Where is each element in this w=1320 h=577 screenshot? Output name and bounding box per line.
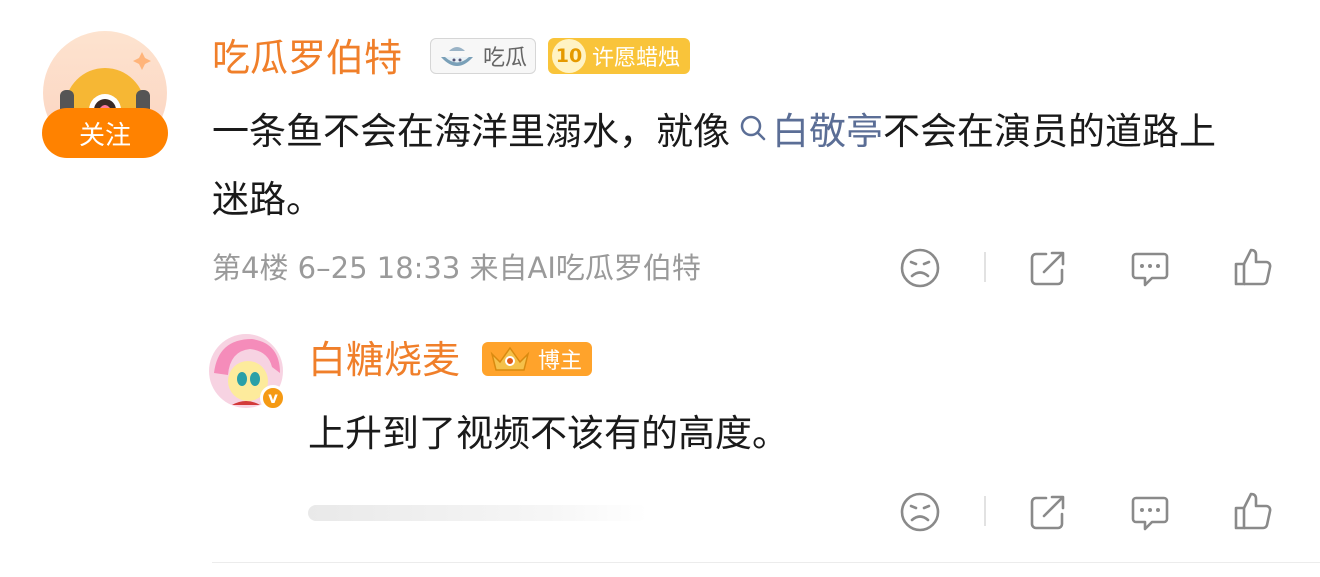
topic-link-label: 白敬亭 — [772, 110, 883, 153]
reply-text: 上升到了视频不该有的高度。 — [308, 412, 789, 455]
comment-text: 一条鱼不会在海洋里溺水，就像 白敬亭不会在演员的道路上迷路。 — [212, 99, 1252, 231]
bottom-divider — [212, 562, 1320, 563]
comment-meta: 第4楼 6–25 18:33 来自AI吃瓜罗伯特 — [212, 251, 701, 285]
badge-wish-label: 许愿蜡烛 — [592, 46, 681, 71]
follow-label: 关注 — [78, 120, 131, 151]
crown-icon — [488, 344, 532, 374]
like-button[interactable] — [1230, 244, 1274, 288]
verified-badge: v — [260, 385, 286, 411]
replier-avatar[interactable]: v — [208, 333, 286, 411]
sad-face-button[interactable] — [898, 490, 942, 534]
topic-link[interactable]: 白敬亭 — [730, 110, 883, 153]
comment-button[interactable] — [1128, 490, 1172, 534]
reply-meta-placeholder — [308, 505, 648, 521]
badge-chigua-label: 吃瓜 — [483, 46, 528, 71]
verified-mark: v — [268, 389, 278, 407]
share-icon — [1030, 495, 1065, 530]
badge-blogger[interactable]: 博主 — [482, 342, 593, 376]
follow-button[interactable]: 关注 — [42, 108, 168, 158]
like-icon — [1234, 492, 1272, 530]
comment-icon — [1131, 496, 1169, 531]
comment-text-part1: 一条鱼不会在海洋里溺水，就像 — [212, 110, 730, 153]
like-button[interactable] — [1230, 488, 1274, 532]
like-icon — [1234, 248, 1272, 286]
badge-level-value: 10 — [555, 45, 583, 67]
action-divider — [984, 252, 986, 282]
sad-face-icon — [900, 492, 940, 532]
watermelon-icon — [437, 43, 477, 69]
comment-icon — [1131, 252, 1169, 287]
share-icon — [1030, 251, 1065, 286]
comment-button[interactable] — [1128, 246, 1172, 290]
commenter-username[interactable]: 吃瓜罗伯特 — [212, 39, 402, 77]
share-button[interactable] — [1026, 246, 1070, 290]
replier-username[interactable]: 白糖烧麦 — [308, 341, 460, 379]
level-badge-icon: 10 — [552, 39, 586, 73]
share-button[interactable] — [1026, 490, 1070, 534]
badge-wish-candle[interactable]: 10 许愿蜡烛 — [548, 38, 691, 74]
sad-face-button[interactable] — [898, 246, 942, 290]
search-icon — [738, 99, 768, 162]
badge-blogger-label: 博主 — [538, 349, 583, 374]
badge-chigua[interactable]: 吃瓜 — [430, 38, 537, 74]
action-divider — [984, 496, 986, 526]
sad-face-icon — [900, 248, 940, 288]
